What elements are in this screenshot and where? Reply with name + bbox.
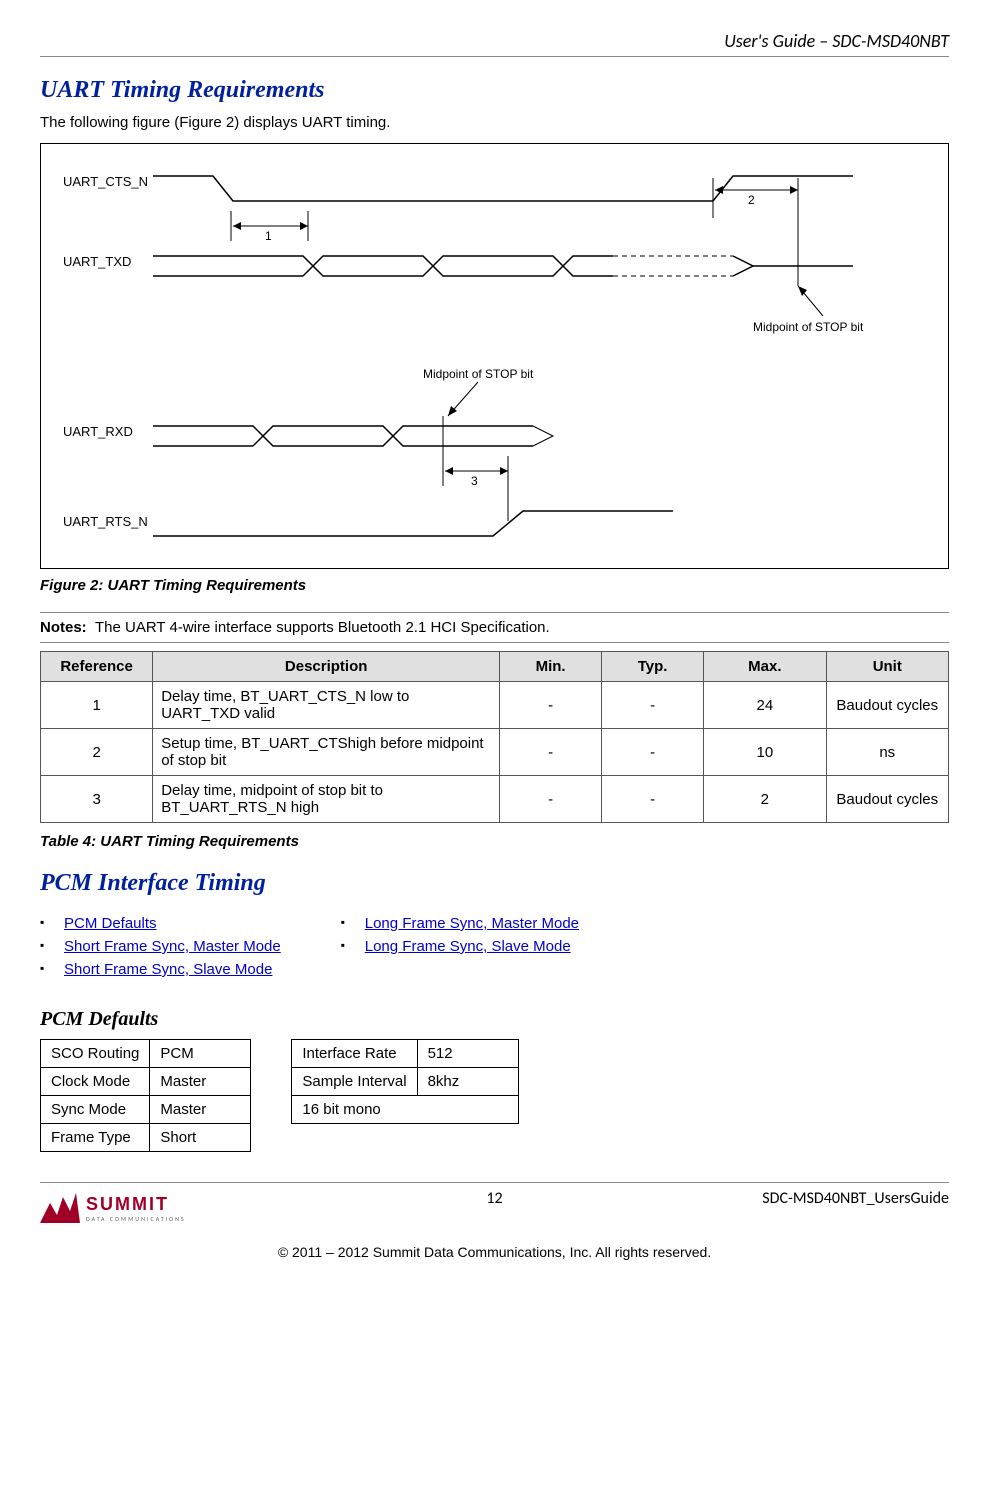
table-cell: 2 xyxy=(704,776,826,823)
notes-line: Notes: The UART 4-wire interface support… xyxy=(40,619,949,636)
table-4: ReferenceDescriptionMin.Typ.Max.Unit 1De… xyxy=(40,651,949,823)
table-cell: - xyxy=(602,682,704,729)
divider xyxy=(40,612,949,613)
table-cell: 10 xyxy=(704,729,826,776)
table-cell: Setup time, BT_UART_CTShigh before midpo… xyxy=(153,729,500,776)
table-header: Reference xyxy=(41,652,153,682)
table-cell: Master xyxy=(150,1068,251,1096)
pcm-defaults-heading: PCM Defaults xyxy=(40,1008,949,1031)
table-cell: 2 xyxy=(41,729,153,776)
page-number: 12 xyxy=(486,1189,502,1208)
table-cell: - xyxy=(500,682,602,729)
table-cell: - xyxy=(500,729,602,776)
table-cell: Sync Mode xyxy=(41,1096,150,1124)
sig-label-rxd: UART_RXD xyxy=(63,424,133,439)
svg-text:Midpoint of STOP bit: Midpoint of STOP bit xyxy=(753,320,864,334)
table-cell: Sample Interval xyxy=(292,1068,417,1096)
svg-text:1: 1 xyxy=(265,229,272,243)
page-footer: SUMMIT DATA COMMUNICATIONS 12 SDC-MSD40N… xyxy=(40,1182,949,1260)
intro-paragraph: The following figure (Figure 2) displays… xyxy=(40,114,949,131)
pcm-defaults-right: Interface Rate512Sample Interval8khz16 b… xyxy=(291,1039,518,1124)
table-header: Typ. xyxy=(602,652,704,682)
table-header: Min. xyxy=(500,652,602,682)
figure-2-diagram: UART_CTS_N 1 2 UART_TXD Midpoint of STOP… xyxy=(40,143,949,569)
section-uart-title: UART Timing Requirements xyxy=(40,77,949,104)
table-cell: 24 xyxy=(704,682,826,729)
table-cell: 1 xyxy=(41,682,153,729)
table-cell: Baudout cycles xyxy=(826,776,948,823)
table-cell: Delay time, midpoint of stop bit to BT_U… xyxy=(153,776,500,823)
table-cell: Interface Rate xyxy=(292,1040,417,1068)
table-cell: Master xyxy=(150,1096,251,1124)
divider xyxy=(40,642,949,643)
sig-label-cts: UART_CTS_N xyxy=(63,174,148,189)
table-cell: PCM xyxy=(150,1040,251,1068)
pcm-links: PCM Defaults Short Frame Sync, Master Mod… xyxy=(40,909,949,984)
summit-logo: SUMMIT DATA COMMUNICATIONS xyxy=(40,1189,186,1228)
table-cell: 16 bit mono xyxy=(292,1096,518,1124)
pcm-defaults-left: SCO RoutingPCMClock ModeMasterSync ModeM… xyxy=(40,1039,251,1152)
table-header: Description xyxy=(153,652,500,682)
table-cell: Clock Mode xyxy=(41,1068,150,1096)
table-cell: 3 xyxy=(41,776,153,823)
sig-label-txd: UART_TXD xyxy=(63,254,131,269)
table-4-caption: Table 4: UART Timing Requirements xyxy=(40,833,949,850)
table-cell: Frame Type xyxy=(41,1124,150,1152)
table-cell: - xyxy=(602,776,704,823)
svg-text:2: 2 xyxy=(748,193,755,207)
table-cell: Short xyxy=(150,1124,251,1152)
sig-label-rts: UART_RTS_N xyxy=(63,514,148,529)
svg-text:3: 3 xyxy=(471,474,478,488)
copyright: © 2011 – 2012 Summit Data Communications… xyxy=(40,1244,949,1260)
pcm-link[interactable]: Short Frame Sync, Slave Mode xyxy=(64,961,272,978)
table-cell: Delay time, BT_UART_CTS_N low to UART_TX… xyxy=(153,682,500,729)
table-header: Unit xyxy=(826,652,948,682)
pcm-link[interactable]: Long Frame Sync, Master Mode xyxy=(365,915,579,932)
table-cell: 8khz xyxy=(417,1068,518,1096)
table-header: Max. xyxy=(704,652,826,682)
table-cell: ns xyxy=(826,729,948,776)
pcm-link[interactable]: Short Frame Sync, Master Mode xyxy=(64,938,281,955)
pcm-link[interactable]: Long Frame Sync, Slave Mode xyxy=(365,938,571,955)
table-cell: Baudout cycles xyxy=(826,682,948,729)
table-cell: - xyxy=(602,729,704,776)
pcm-link[interactable]: PCM Defaults xyxy=(64,915,157,932)
footer-doc-name: SDC-MSD40NBT_UsersGuide xyxy=(762,1189,949,1228)
table-cell: - xyxy=(500,776,602,823)
svg-text:Midpoint of STOP bit: Midpoint of STOP bit xyxy=(423,367,534,381)
table-cell: SCO Routing xyxy=(41,1040,150,1068)
page-header: User's Guide – SDC-MSD40NBT xyxy=(40,30,949,57)
figure-2-caption: Figure 2: UART Timing Requirements xyxy=(40,577,949,594)
table-cell: 512 xyxy=(417,1040,518,1068)
section-pcm-title: PCM Interface Timing xyxy=(40,870,949,897)
